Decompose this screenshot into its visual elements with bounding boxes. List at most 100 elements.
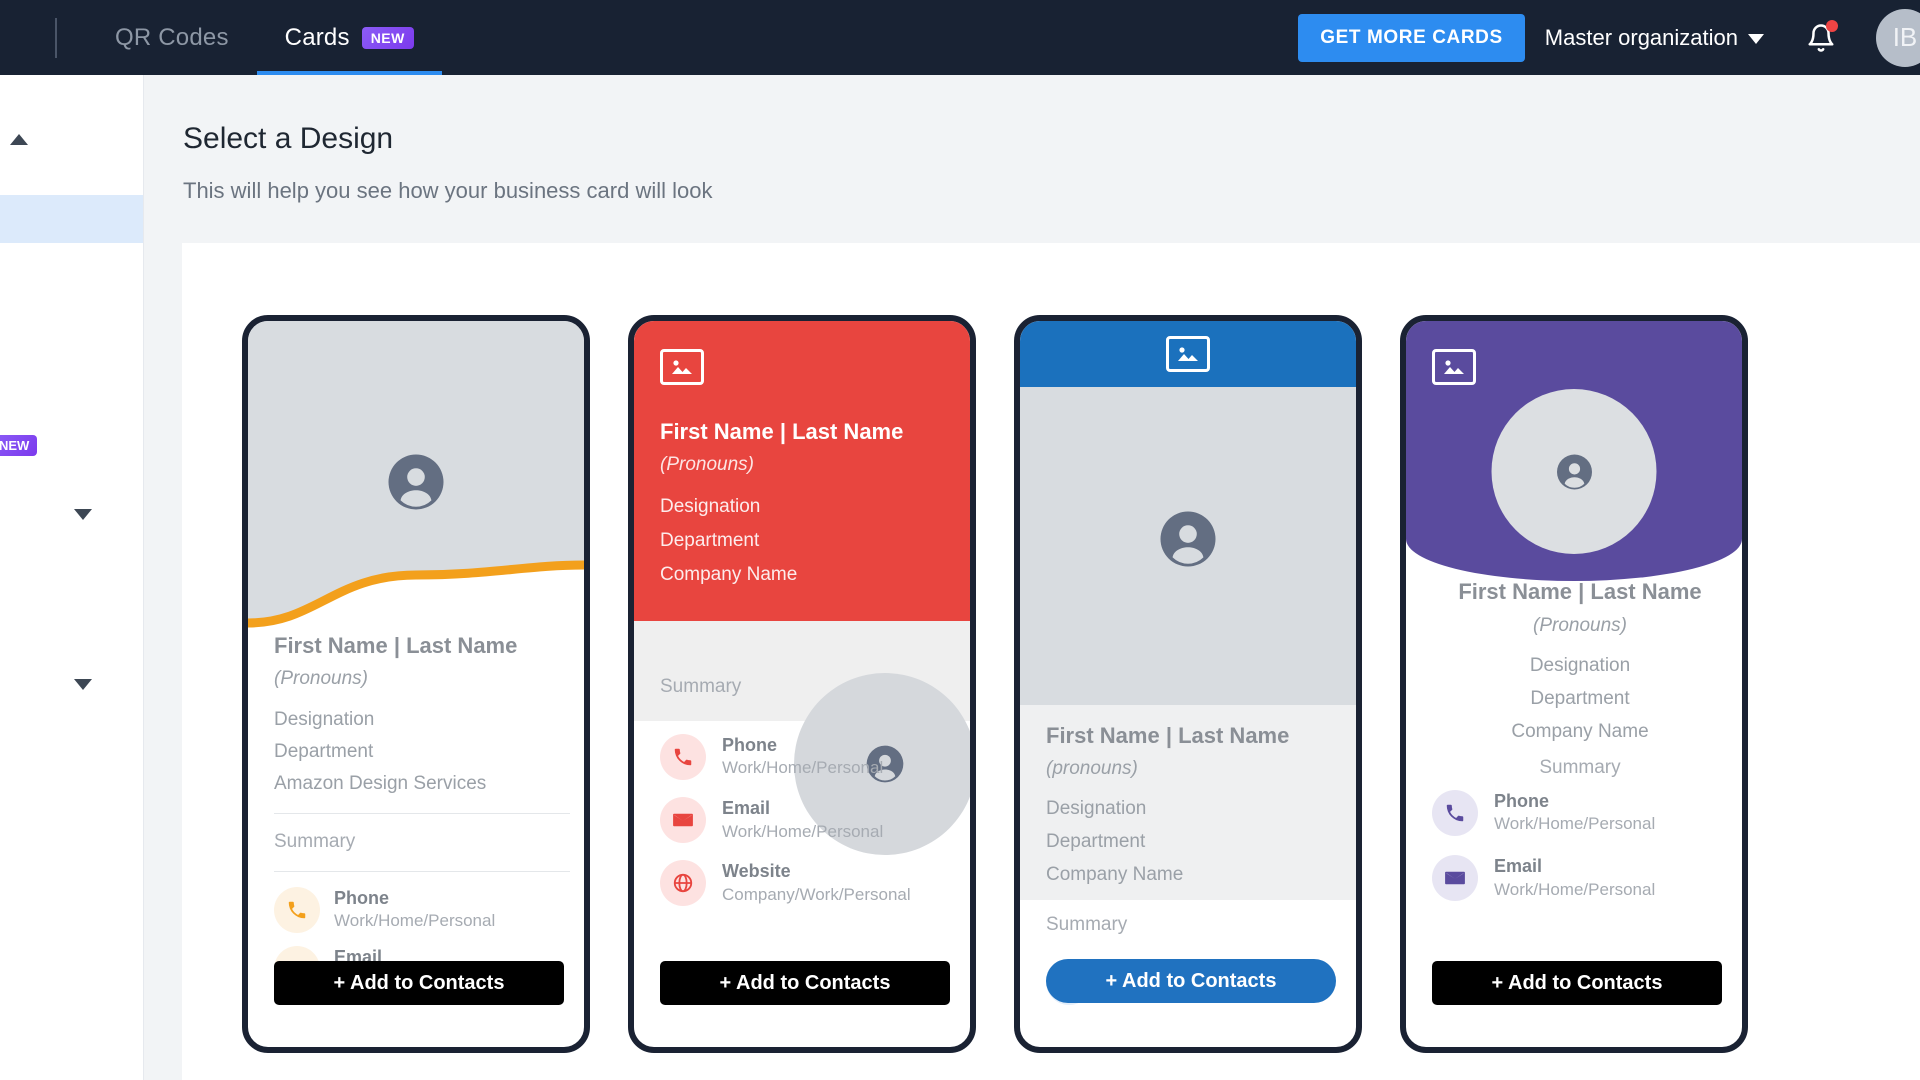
card-4-pronouns: (Pronouns) [1533,615,1627,636]
tab-cards-new-badge: NEW [361,26,414,49]
phone-icon [674,748,692,765]
email-icon-wrap [660,796,706,843]
page-title: Select a Design [183,122,394,155]
card-2-contact-website-text: Website Company/Work/Personal [722,859,911,906]
top-navigation-bar: QR Codes Cards NEW GET MORE CARDS Master… [0,0,1920,75]
card-1-contact-phone[interactable]: Phone Work/Home/Personal [274,886,570,933]
card-4-add-to-contacts-button[interactable]: + Add to Contacts [1432,961,1722,1005]
nav-right-cluster: GET MORE CARDS Master organization IB [1298,8,1920,67]
nav-divider [55,17,57,58]
card-2-email-title: Email [722,798,771,819]
avatar-initials: IB [1892,22,1918,52]
card-3-department: Department [1046,831,1146,852]
card-3-summary: Summary [1046,914,1128,935]
chevron-down-icon [74,679,92,707]
phone-icon [1446,804,1464,821]
email-icon [1445,871,1465,885]
card-2-add-to-contacts-button[interactable]: + Add to Contacts [660,961,950,1005]
card-3-add-to-contacts-button[interactable]: + Add to Contacts [1046,959,1336,1003]
card-2-contact-email-text: Email Work/Home/Personal [722,796,883,843]
card-2-phone-sub: Work/Home/Personal [722,758,884,778]
card-2-summary: Summary [660,676,742,697]
person-icon [1160,511,1216,567]
phone-icon-wrap [660,733,706,780]
tab-qr-codes-label: QR Codes [115,23,229,51]
email-icon-wrap [1432,854,1478,901]
website-icon-wrap [660,860,706,907]
tab-qr-codes[interactable]: QR Codes [87,0,257,75]
image-icon [660,349,704,385]
organization-label: Master organization [1544,24,1738,50]
card-1-pronouns: (Pronouns) [274,668,368,689]
card-1-summary: Summary [274,831,356,852]
chevron-down-icon [1748,34,1764,44]
card-4-contact-phone[interactable]: Phone Work/Home/Personal [1432,789,1728,836]
design-card-2[interactable]: First Name | Last Name (Pronouns) Design… [628,315,976,1053]
image-icon [1432,349,1476,385]
card-1-details: First Name | Last Name (Pronouns) Design… [274,633,570,992]
card-2-department: Department [660,530,760,551]
card-2-details: First Name | Last Name (Pronouns) Design… [660,419,950,586]
person-icon [1556,454,1592,489]
card-2-name: First Name | Last Name [660,419,904,444]
card-4-image-upload-button[interactable] [1432,349,1476,385]
card-4-details: First Name | Last Name (Pronouns) Design… [1432,579,1728,779]
person-icon [388,454,444,510]
sidebar-item-active[interactable] [0,195,143,243]
card-2-designation: Designation [660,496,761,517]
card-2-contact-website[interactable]: Website Company/Work/Personal [660,859,956,907]
card-4-company: Company Name [1511,721,1649,742]
card-2-contact-email[interactable]: Email Work/Home/Personal [660,796,956,843]
card-2-company: Company Name [660,564,798,585]
chevron-up-icon [10,133,29,145]
phone-icon-wrap [274,886,320,933]
tab-cards[interactable]: Cards NEW [256,0,443,75]
sidebar-item-new-feature[interactable]: r NEW [0,433,38,457]
design-card-3[interactable]: First Name | Last Name (pronouns) Design… [1014,315,1362,1053]
main-content: Select a Design This will help you see h… [144,75,1920,1080]
globe-icon [673,873,693,893]
card-4-email-sub: Work/Home/Personal [1494,879,1656,899]
card-2-contact-phone-text: Phone Work/Home/Personal [722,733,883,780]
sidebar-expander-a[interactable] [74,509,92,538]
card-2-email-sub: Work/Home/Personal [722,821,884,841]
sidebar: Cards rds r NEW maining [0,75,143,1080]
sidebar-group-cards[interactable]: Cards [0,127,140,151]
image-glyph-icon [1178,347,1198,361]
design-gallery-panel: First Name | Last Name (Pronouns) Design… [182,243,1920,1080]
phone-icon-wrap [1432,789,1478,836]
card-1-add-to-contacts-button[interactable]: + Add to Contacts [274,961,564,1005]
card-2-image-upload-button[interactable] [660,349,704,385]
card-1-contact-phone-text: Phone Work/Home/Personal [334,886,495,933]
page-subtitle: This will help you see how your business… [183,178,713,203]
chevron-down-icon [74,509,92,537]
sidebar-expander-b[interactable] [74,679,92,708]
card-4-summary: Summary [1539,757,1621,778]
card-2-contact-phone[interactable]: Phone Work/Home/Personal [660,733,956,780]
image-glyph-icon [1444,360,1464,374]
card-4-phone-sub: Work/Home/Personal [1494,814,1656,834]
card-3-designation: Designation [1046,798,1147,819]
card-2-phone-title: Phone [722,735,778,755]
card-4-contact-email-text: Email Work/Home/Personal [1494,854,1655,901]
user-avatar[interactable]: IB [1876,8,1920,67]
design-card-1[interactable]: First Name | Last Name (Pronouns) Design… [242,315,590,1053]
card-2-pronouns: (Pronouns) [660,454,754,475]
notifications-button[interactable] [1806,19,1838,55]
organization-selector[interactable]: Master organization [1545,25,1764,51]
email-icon [673,813,693,827]
card-3-name: First Name | Last Name [1046,723,1290,748]
get-more-cards-button[interactable]: GET MORE CARDS [1298,13,1525,62]
card-1-wave-divider [248,560,584,637]
nav-tab-list: QR Codes Cards NEW [87,0,443,75]
sidebar-new-badge: NEW [0,434,38,456]
card-4-contact-email[interactable]: Email Work/Home/Personal [1432,854,1728,901]
card-1-divider-2 [274,871,570,872]
card-3-image-upload-button[interactable] [1166,336,1210,372]
card-4-email-title: Email [1494,856,1543,877]
design-card-4[interactable]: First Name | Last Name (Pronouns) Design… [1400,315,1748,1053]
card-1-name: First Name | Last Name [274,633,518,658]
phone-icon [288,901,306,918]
card-4-contact-phone-text: Phone Work/Home/Personal [1494,789,1655,836]
notification-alert-dot [1826,19,1838,32]
